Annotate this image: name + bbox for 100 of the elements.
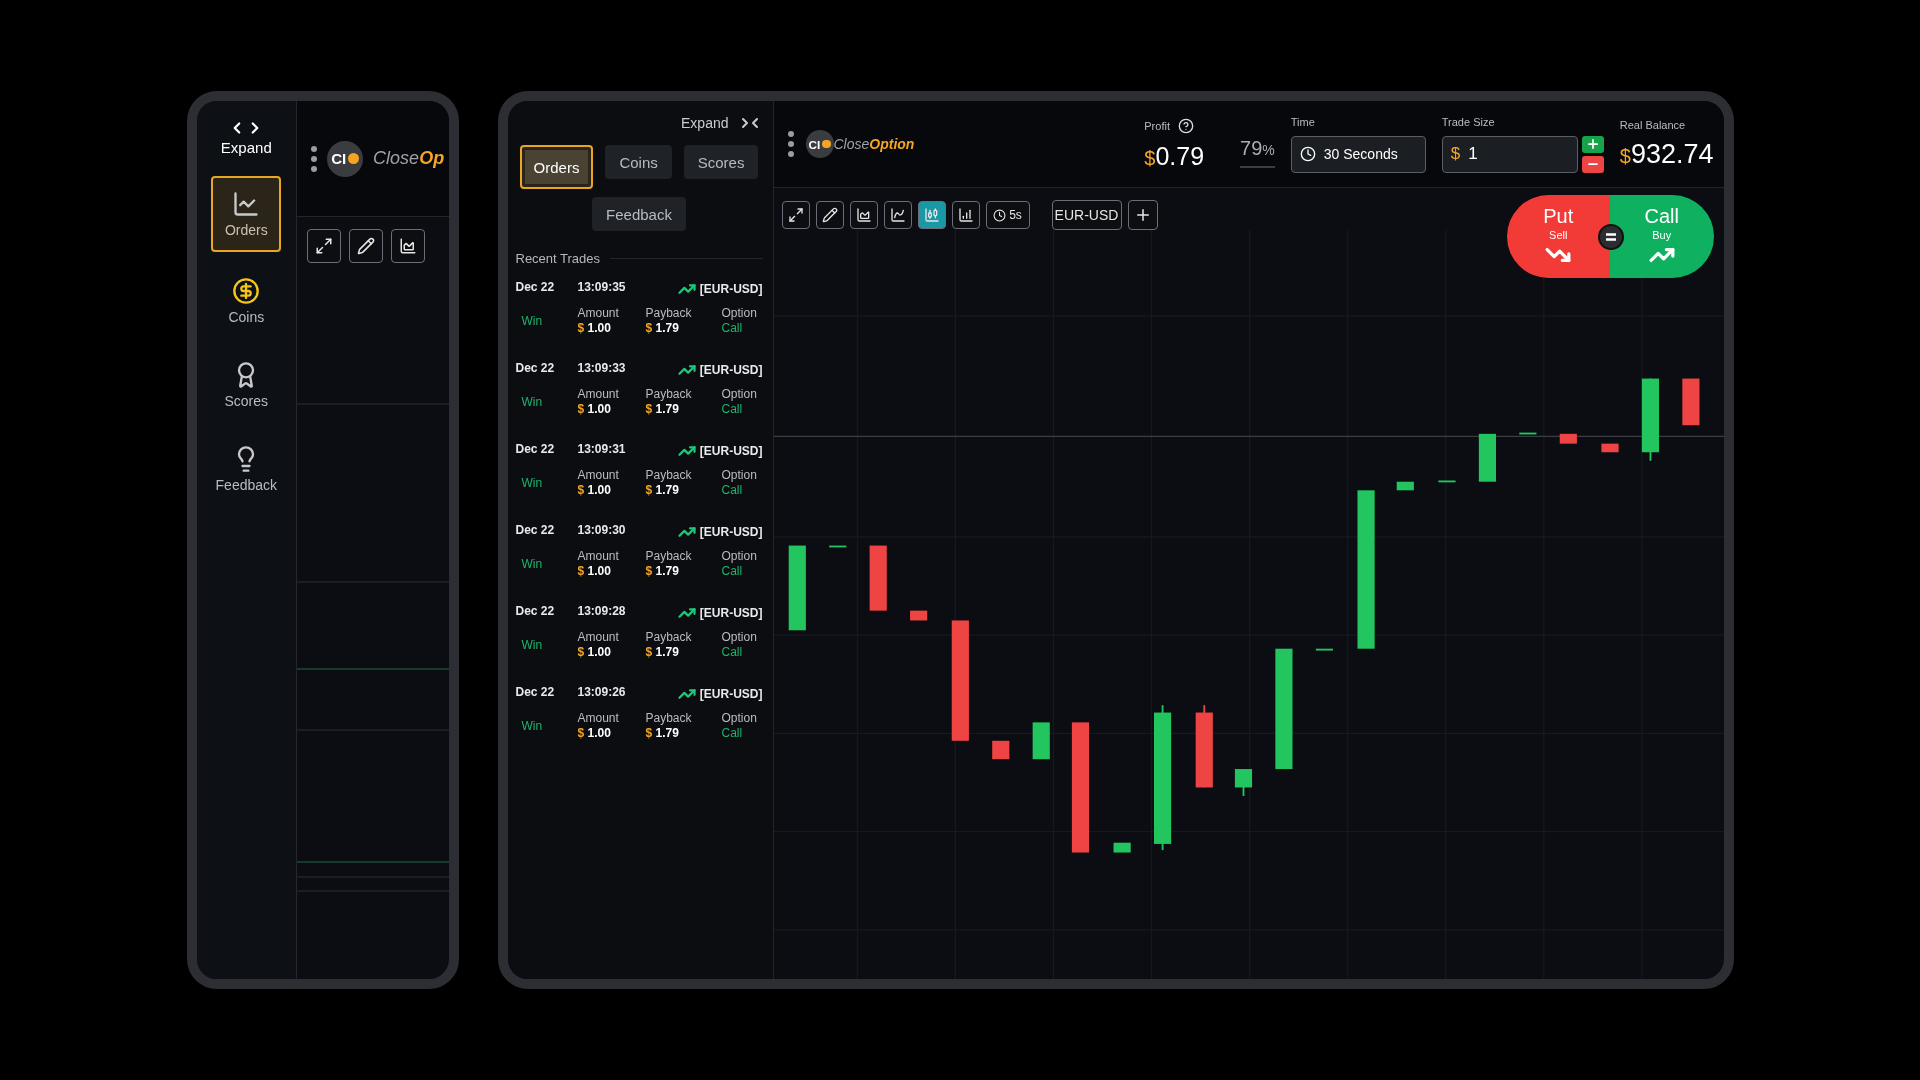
trade-date: Dec 22 <box>515 604 556 620</box>
balance-label: Real Balance <box>1619 118 1687 131</box>
payback-label: Payback <box>645 306 693 320</box>
logo-mark: CI <box>805 130 834 158</box>
chart-tool-button[interactable] <box>349 229 384 263</box>
collapse-label[interactable]: Expand <box>681 115 729 131</box>
payback-label: Payback <box>645 468 693 482</box>
bar-chart-icon <box>957 207 974 223</box>
chart-tool-button[interactable] <box>391 229 426 263</box>
sidebar-item[interactable]: Coins <box>211 266 282 336</box>
trade-date: Dec 22 <box>515 280 556 296</box>
expand-button[interactable]: Expand <box>220 119 272 156</box>
chart-tool-button[interactable] <box>815 201 844 229</box>
option-label: Option <box>721 387 758 401</box>
trade-result: Win <box>520 313 544 328</box>
panel-tab[interactable]: Scores <box>683 145 759 179</box>
amount-label: Amount <box>577 468 620 482</box>
trade-time: 13:09:26 <box>577 685 627 701</box>
chart-tool-button[interactable] <box>849 201 878 229</box>
payback-label: Payback <box>645 630 693 644</box>
panel-tab[interactable]: Feedback <box>592 197 686 231</box>
section-title: Recent Trades <box>515 251 601 266</box>
time-field[interactable]: 30 Seconds <box>1290 135 1426 173</box>
candle <box>909 610 927 621</box>
clock-icon <box>1299 146 1316 162</box>
chart-tool-button[interactable] <box>307 229 342 263</box>
option-label: Option <box>721 549 758 563</box>
trade-date: Dec 22 <box>515 442 556 458</box>
candle <box>1396 481 1414 491</box>
candle <box>1437 480 1456 483</box>
line-chart-icon <box>889 207 906 223</box>
candle <box>869 545 887 611</box>
candlestick-icon <box>923 207 940 223</box>
trade-result: Win <box>520 556 544 571</box>
amount-value: $ 1.00 <box>577 402 612 416</box>
amount-label: Amount <box>577 630 620 644</box>
option-value: Call <box>721 321 744 335</box>
more-icon[interactable] <box>787 131 794 157</box>
trade-time: 13:09:28 <box>577 604 627 620</box>
sidebar-item[interactable]: Scores <box>211 350 282 420</box>
payback-value: $ 1.79 <box>645 402 680 416</box>
sidebar-item[interactable]: Feedback <box>211 434 282 504</box>
put-button[interactable]: Put Sell <box>1506 195 1610 278</box>
fullscreen-icon <box>315 237 334 255</box>
amount-label: Amount <box>577 306 620 320</box>
option-value: Call <box>721 726 744 740</box>
amount-value: $ 1.00 <box>577 321 612 335</box>
candle <box>1113 842 1131 853</box>
chart-tool-button[interactable] <box>951 201 980 229</box>
payout-percent: 79% <box>1240 136 1275 168</box>
payback-value: $ 1.79 <box>645 564 680 578</box>
panel-tab[interactable]: Coins <box>605 145 672 179</box>
trade-size-label: Trade Size <box>1441 115 1496 128</box>
option-label: Option <box>721 711 758 725</box>
amount-value: $ 1.00 <box>577 726 612 740</box>
option-label: Option <box>721 630 758 644</box>
pencil-icon <box>821 207 838 223</box>
logo-text: CloseOption <box>833 136 915 152</box>
amount-label: Amount <box>577 711 620 725</box>
add-button[interactable] <box>1127 200 1158 230</box>
decrease-button[interactable] <box>1581 155 1604 173</box>
increase-button[interactable] <box>1581 135 1604 153</box>
more-icon[interactable] <box>311 145 318 172</box>
sidebar-item[interactable]: Orders <box>211 176 282 252</box>
logo-text: CloseOp <box>373 148 445 169</box>
pencil-icon <box>357 237 376 255</box>
amount-label: Amount <box>577 387 620 401</box>
chart-tool-button[interactable] <box>781 201 810 229</box>
dollar-coin-icon <box>232 277 261 305</box>
panel-tab[interactable]: Orders <box>519 145 594 189</box>
pair-button[interactable]: EUR-USD <box>1051 200 1122 230</box>
chart-tool-button[interactable] <box>917 201 946 229</box>
trade-result: Win <box>520 637 544 652</box>
fullscreen-icon <box>787 207 804 223</box>
chart-tool-button[interactable] <box>883 201 912 229</box>
trade-result: Win <box>520 718 544 733</box>
area-chart-icon <box>399 237 418 255</box>
amount-label: Amount <box>577 549 620 563</box>
trade-time: 13:09:35 <box>577 280 627 296</box>
help-icon[interactable] <box>1177 117 1194 134</box>
line-chart-icon <box>232 190 261 218</box>
payback-value: $ 1.79 <box>645 645 680 659</box>
time-label: Time <box>1290 115 1316 128</box>
timeframe-button[interactable]: 5s <box>985 201 1030 229</box>
area-chart-icon <box>855 207 872 223</box>
trade-pair: [EUR-USD] <box>699 525 763 539</box>
logo-mark: CI <box>327 140 364 177</box>
profit-label: Profit <box>1144 119 1170 132</box>
trade-date: Dec 22 <box>515 523 556 539</box>
candle <box>1315 648 1333 651</box>
candle <box>1518 432 1536 435</box>
trade-size-field[interactable]: $ 1 <box>1441 135 1578 173</box>
candle <box>1600 443 1619 453</box>
trade-time: 13:09:30 <box>577 523 627 539</box>
option-value: Call <box>721 564 744 578</box>
payback-value: $ 1.79 <box>645 483 680 497</box>
trade-time: 13:09:33 <box>577 361 627 377</box>
trade-pair: [EUR-USD] <box>699 444 763 458</box>
candle <box>1559 433 1577 444</box>
trade-date: Dec 22 <box>515 361 556 377</box>
